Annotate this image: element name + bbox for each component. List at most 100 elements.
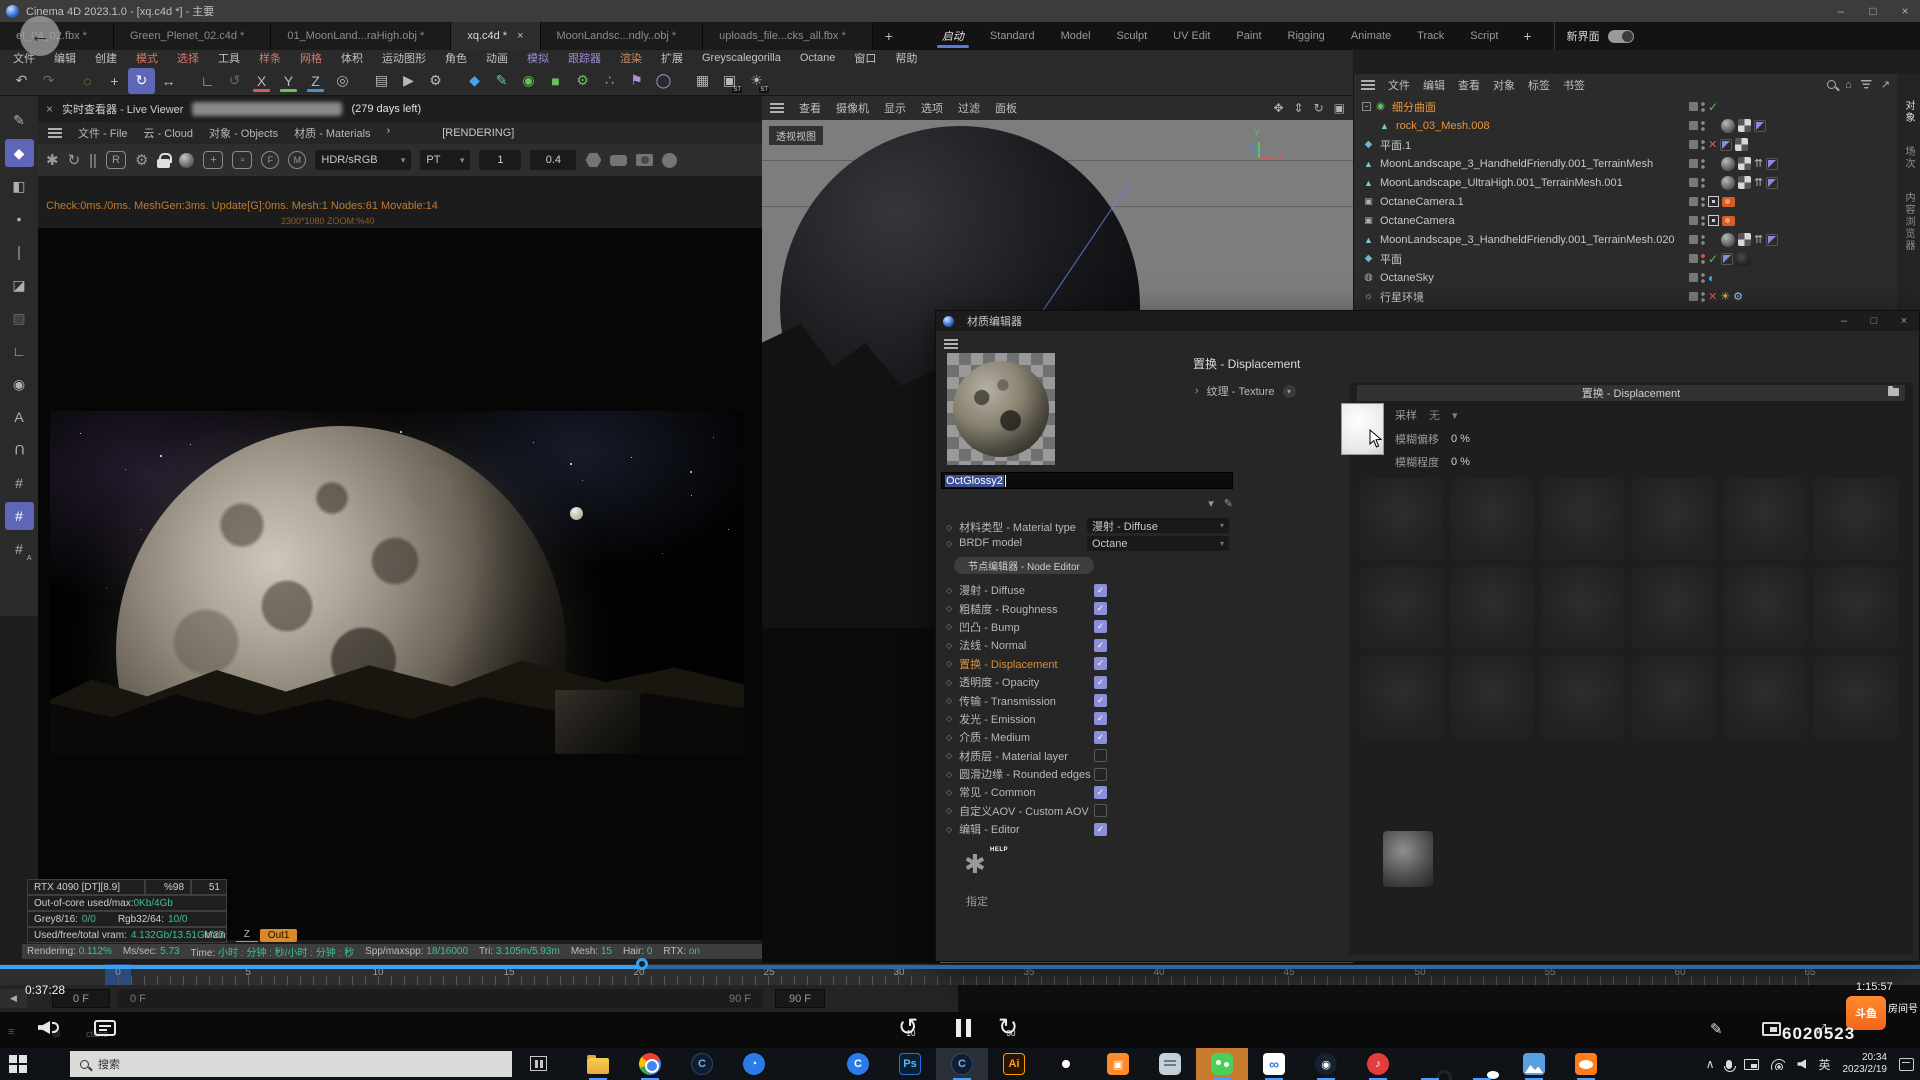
add-generator-button[interactable]: ◉: [515, 68, 542, 94]
menu-item[interactable]: 角色: [445, 50, 467, 66]
y-axis-lock[interactable]: Y: [275, 68, 302, 94]
manager-side-tab[interactable]: 内容浏览器: [1901, 192, 1916, 252]
add-mograph-button[interactable]: ∴: [596, 68, 623, 94]
table-row[interactable]: 平面.1: [1354, 135, 1920, 154]
danmaku-icon[interactable]: [94, 1020, 116, 1036]
live-viewer-menu-item[interactable]: 对象 - Objects: [209, 125, 278, 141]
layout-tab[interactable]: Model: [1048, 22, 1104, 50]
auto-switch-button[interactable]: A: [5, 403, 34, 431]
texture-row[interactable]: › 纹理 - Texture ▾: [1195, 383, 1296, 399]
menu-item[interactable]: 渲染: [620, 50, 642, 66]
add-spline-button[interactable]: ✎: [488, 68, 515, 94]
potplayer[interactable]: [1404, 1048, 1456, 1080]
table-row[interactable]: OctaneCamera.1: [1354, 192, 1920, 211]
add-deformer-button[interactable]: ⚙: [569, 68, 596, 94]
toolbar-separator[interactable]: [677, 68, 689, 94]
dialog-title-bar[interactable]: 材质编辑器 – □ ×: [936, 311, 1919, 331]
menu-item[interactable]: 窗口: [854, 50, 876, 66]
channel-checkbox[interactable]: [1094, 712, 1107, 725]
color-grid-app[interactable]: [780, 1048, 832, 1080]
grid-toggle-button[interactable]: ▦: [689, 68, 716, 94]
layout-tab[interactable]: 启动: [929, 22, 977, 50]
channel-row[interactable]: ◇ 凹凸 - Bump: [946, 618, 1236, 636]
workplane-button[interactable]: #: [5, 469, 34, 497]
buffer-tab[interactable]: Out1: [260, 929, 298, 942]
model-mode-button[interactable]: ◆: [5, 139, 34, 167]
prev-frame-button[interactable]: ◀: [0, 989, 27, 1008]
start-button[interactable]: [9, 1055, 27, 1073]
netease-music[interactable]: ♪: [1352, 1048, 1404, 1080]
viewport-menu-item[interactable]: 面板: [995, 100, 1017, 116]
document-tab[interactable]: MoonLandsc...ndly..obj *: [541, 22, 704, 50]
document-tab[interactable]: xq.c4d * ×: [451, 22, 540, 50]
close-icon[interactable]: ×: [1890, 0, 1920, 22]
object-label[interactable]: 平面.1: [1380, 137, 1411, 153]
kernel-select[interactable]: PT ▾: [420, 150, 470, 170]
add-volume-button[interactable]: ■: [542, 68, 569, 94]
layout-tab[interactable]: Track: [1404, 22, 1457, 50]
orbit-view-icon[interactable]: ↻: [1314, 101, 1324, 115]
live-viewer-menu-item[interactable]: ›: [387, 125, 391, 141]
channel-checkbox[interactable]: [1094, 620, 1107, 633]
node-editor-button[interactable]: 节点编辑器 - Node Editor: [954, 557, 1094, 574]
stage-camera-button[interactable]: ▣ ST: [716, 68, 743, 94]
toolbar-separator[interactable]: [449, 68, 461, 94]
cinema4d-active[interactable]: C: [936, 1048, 988, 1080]
progress-handle[interactable]: [636, 958, 648, 970]
menu-item[interactable]: 模拟: [527, 50, 549, 66]
rewind-10-button[interactable]: ↺10: [898, 1016, 924, 1042]
blur-offset-value[interactable]: 0 %: [1451, 433, 1470, 445]
object-label[interactable]: OctaneCamera.1: [1380, 196, 1464, 208]
menu-item[interactable]: 帮助: [895, 50, 917, 66]
channel-checkbox[interactable]: [1094, 639, 1107, 652]
manager-side-tab[interactable]: 场次: [1901, 146, 1916, 170]
object-label[interactable]: MoonLandscape_3_HandheldFriendly.001_Ter…: [1380, 234, 1675, 246]
add-document-tab-button[interactable]: +: [873, 22, 905, 50]
channel-checkbox[interactable]: [1094, 694, 1107, 707]
hamburger-menu-icon[interactable]: [944, 339, 958, 349]
menu-item[interactable]: 扩展: [661, 50, 683, 66]
channel-row[interactable]: ◇ 自定义AOV - Custom AOV: [946, 802, 1236, 820]
channel-checkbox[interactable]: [1094, 602, 1107, 615]
layout-tab[interactable]: Paint: [1223, 22, 1274, 50]
enable-axis-button[interactable]: ∟: [5, 337, 34, 365]
pan-view-icon[interactable]: ✥: [1273, 101, 1283, 115]
table-row[interactable]: − 细分曲面: [1354, 97, 1920, 116]
table-row[interactable]: MoonLandscape_3_HandheldFriendly.001_Ter…: [1354, 154, 1920, 173]
toolbar-separator[interactable]: [182, 68, 194, 94]
object-label[interactable]: 行星环境: [1380, 289, 1424, 305]
buffer-tab[interactable]: Main: [196, 929, 234, 942]
dolly-view-icon[interactable]: ⇕: [1294, 101, 1304, 115]
minimize-icon[interactable]: –: [1829, 311, 1859, 331]
file-explorer[interactable]: [572, 1048, 624, 1080]
mini-player-icon[interactable]: [1762, 1022, 1781, 1036]
filter-icon[interactable]: [1861, 80, 1872, 89]
object-manager-menu-item[interactable]: 文件: [1388, 77, 1410, 93]
minimize-icon[interactable]: –: [1826, 0, 1856, 22]
object-manager-menu-item[interactable]: 查看: [1458, 77, 1480, 93]
viewport-menu-item[interactable]: 查看: [799, 100, 821, 116]
steam[interactable]: ◉: [1300, 1048, 1352, 1080]
chat-app[interactable]: [1144, 1048, 1196, 1080]
coordinate-system-button[interactable]: ◎: [329, 68, 356, 94]
render-view-button[interactable]: ▤: [368, 68, 395, 94]
render-picture-viewer-button[interactable]: ▶: [395, 68, 422, 94]
menu-item[interactable]: 跟踪器: [568, 50, 601, 66]
chrome[interactable]: [624, 1048, 676, 1080]
layout-tab[interactable]: Rigging: [1275, 22, 1338, 50]
channel-checkbox[interactable]: [1094, 676, 1107, 689]
pause-button[interactable]: [956, 1019, 971, 1037]
undo-button[interactable]: ↶: [8, 68, 35, 94]
menu-item[interactable]: Octane: [800, 52, 835, 64]
tab-close-icon[interactable]: ×: [517, 30, 523, 42]
axis-lock-icon[interactable]: ∟: [194, 68, 221, 94]
object-manager-menu-item[interactable]: 书签: [1563, 77, 1585, 93]
channel-checkbox[interactable]: [1094, 749, 1107, 762]
film-settings-icon[interactable]: [610, 155, 627, 166]
viewport-menu-item[interactable]: 过滤: [958, 100, 980, 116]
chevron-down-icon[interactable]: ▾: [1208, 497, 1214, 510]
add-simulation-button[interactable]: ⚑: [623, 68, 650, 94]
tray-expand-icon[interactable]: ∧: [1706, 1057, 1715, 1071]
point-mode-button[interactable]: •: [5, 205, 34, 233]
menu-item[interactable]: 体积: [341, 50, 363, 66]
